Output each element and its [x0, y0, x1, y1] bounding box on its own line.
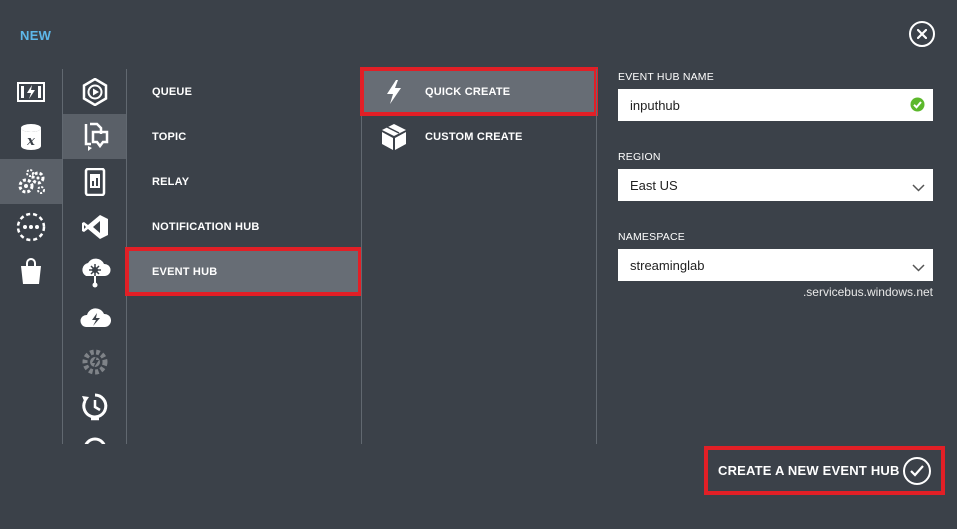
chevron-down-icon [912, 264, 925, 272]
category-data-services[interactable]: x [0, 114, 62, 159]
region-value: East US [630, 177, 678, 193]
region-select[interactable]: East US [618, 169, 933, 201]
menu-item-notification-hub[interactable]: NOTIFICATION HUB [127, 204, 360, 249]
option-label: CUSTOM CREATE [425, 130, 523, 143]
scheduler-icon [82, 349, 107, 374]
confirm-circle [903, 457, 931, 485]
service-biztalk-services[interactable] [63, 249, 126, 294]
namespace-value: streaminglab [630, 257, 705, 273]
namespace-label: NAMESPACE [618, 231, 685, 243]
box-icon [381, 123, 406, 150]
service-media-services[interactable] [63, 69, 126, 114]
dialog-title: NEW [20, 28, 52, 43]
category-network-services[interactable] [0, 204, 62, 249]
option-custom-create[interactable]: CUSTOM CREATE [362, 114, 596, 159]
service-more-partial [63, 429, 126, 444]
service-column [63, 69, 126, 444]
menu-item-label: EVENT HUB [152, 265, 218, 278]
option-label: QUICK CREATE [425, 85, 511, 98]
cloud-services-icon [80, 307, 111, 327]
create-button-label: CREATE A NEW EVENT HUB [718, 463, 900, 478]
service-bus-icon [84, 122, 108, 151]
service-bus-menu: QUEUE TOPIC RELAY NOTIFICATION HUB EVENT… [125, 69, 362, 296]
svg-text:x: x [26, 134, 35, 149]
menu-item-topic[interactable]: TOPIC [127, 114, 360, 159]
close-button[interactable] [909, 21, 935, 47]
option-quick-create[interactable]: QUICK CREATE [360, 67, 598, 116]
menu-item-relay[interactable]: RELAY [127, 159, 360, 204]
category-store[interactable] [0, 249, 62, 294]
store-icon [21, 257, 41, 284]
biztalk-services-icon [81, 258, 111, 287]
media-services-icon [82, 77, 107, 106]
category-app-services[interactable] [0, 159, 62, 204]
network-services-icon [16, 212, 46, 241]
namespace-select[interactable]: streaminglab [618, 249, 933, 281]
primary-category-column: x [0, 69, 62, 444]
column-divider [596, 69, 597, 444]
event-hub-name-input[interactable]: inputhub [618, 89, 933, 121]
menu-item-label: QUEUE [152, 85, 193, 98]
menu-item-label: NOTIFICATION HUB [152, 220, 260, 233]
visual-studio-online-icon [81, 214, 108, 239]
category-compute-services[interactable] [0, 69, 62, 114]
service-cloud-services[interactable] [63, 294, 126, 339]
menu-item-event-hub[interactable]: EVENT HUB [125, 247, 362, 296]
service-mobile-services[interactable] [63, 159, 126, 204]
event-hub-form: EVENT HUB NAME inputhub REGION East US N… [618, 69, 933, 299]
close-icon [917, 29, 927, 39]
event-hub-name-value: inputhub [630, 97, 680, 113]
backup-icon [81, 393, 107, 420]
service-service-bus[interactable] [63, 114, 126, 159]
service-visual-studio-online[interactable] [63, 204, 126, 249]
checkmark-icon [910, 465, 924, 477]
menu-item-label: TOPIC [152, 130, 187, 143]
lightning-icon [386, 79, 401, 104]
service-scheduler[interactable] [63, 339, 126, 384]
clock-icon [84, 437, 105, 444]
chevron-down-icon [912, 184, 925, 192]
create-options-menu: QUICK CREATE CUSTOM CREATE [360, 67, 598, 159]
app-services-icon [18, 168, 45, 194]
mobile-services-icon [84, 167, 105, 196]
region-label: REGION [618, 151, 661, 163]
menu-item-label: RELAY [152, 175, 190, 188]
event-hub-name-label: EVENT HUB NAME [618, 71, 714, 83]
namespace-suffix: .servicebus.windows.net [802, 285, 933, 299]
valid-check-icon [910, 97, 925, 112]
data-services-icon: x [21, 123, 41, 150]
create-event-hub-button[interactable]: CREATE A NEW EVENT HUB [704, 446, 945, 495]
compute-services-icon [17, 81, 45, 102]
menu-item-queue[interactable]: QUEUE [127, 69, 360, 114]
service-backup[interactable] [63, 384, 126, 429]
